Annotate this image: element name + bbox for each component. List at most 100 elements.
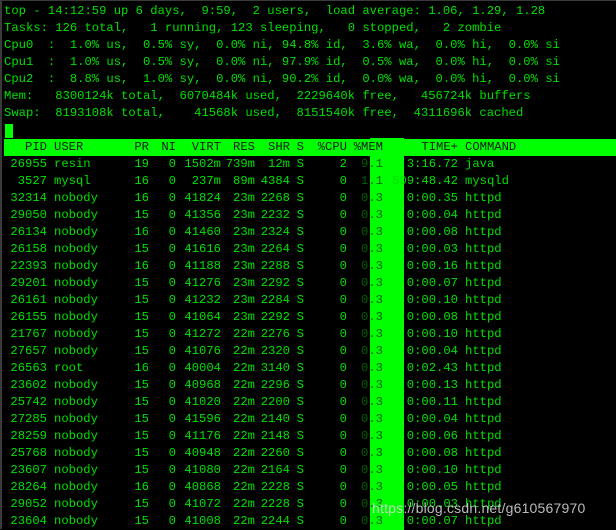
- process-state: S: [296, 361, 304, 375]
- process-priority: 15: [134, 327, 149, 341]
- process-state: S: [296, 463, 304, 477]
- column-header-mem[interactable]: %MEM: [347, 139, 383, 156]
- process-nice: 0: [168, 446, 176, 460]
- process-row[interactable]: 25768 nobody 15 0 40948 22m 2260 S 0 0.3 0:00.08 ht…: [4, 445, 616, 462]
- process-state: S: [296, 208, 304, 222]
- process-command: httpd: [465, 463, 502, 477]
- process-time: 0:00.10: [406, 293, 458, 307]
- process-row[interactable]: 29050 nobody 15 0 41356 23m 2232 S 0 0.3 0:00.04 ht…: [4, 207, 616, 224]
- process-state: S: [296, 378, 304, 392]
- process-row[interactable]: 26563 root 16 0 40004 22m 3140 S 0 0.3 0:02.43 http…: [4, 360, 616, 377]
- process-user: nobody: [54, 514, 98, 528]
- process-cpu: 0: [339, 242, 347, 256]
- process-nice: 0: [168, 429, 176, 443]
- process-res: 22m: [233, 514, 255, 528]
- process-command: httpd: [465, 242, 502, 256]
- process-priority: 15: [134, 208, 149, 222]
- process-row[interactable]: 28259 nobody 15 0 41176 22m 2148 S 0 0.3 0:00.06 ht…: [4, 428, 616, 445]
- column-header-command[interactable]: COMMAND: [458, 139, 528, 156]
- process-priority: 15: [134, 514, 149, 528]
- column-header-res[interactable]: RES: [221, 139, 255, 156]
- process-row[interactable]: 27285 nobody 15 0 41596 22m 2140 S 0 0.3 0:00.04 ht…: [4, 411, 616, 428]
- process-virt: 41076: [184, 344, 221, 358]
- process-res: 22m: [233, 497, 255, 511]
- process-row[interactable]: 27657 nobody 15 0 41076 22m 2320 S 0 0.3 0:00.04 ht…: [4, 343, 616, 360]
- process-shr: 2264: [260, 242, 290, 256]
- process-list: 26955 resin 19 0 1502m 739m 12m S 2 9.1 3:16.72 jav…: [4, 156, 616, 530]
- process-state: S: [296, 514, 304, 528]
- process-nice: 0: [168, 157, 176, 171]
- process-priority: 15: [134, 463, 149, 477]
- process-virt: 237m: [191, 174, 221, 188]
- process-priority: 16: [134, 191, 149, 205]
- process-command: httpd: [465, 327, 502, 341]
- process-shr: 2260: [260, 446, 290, 460]
- process-nice: 0: [168, 378, 176, 392]
- column-header-state[interactable]: S: [290, 139, 304, 156]
- process-res: 23m: [233, 242, 255, 256]
- process-row[interactable]: 26161 nobody 15 0 41232 23m 2284 S 0 0.3 0:00.10 ht…: [4, 292, 616, 309]
- process-row[interactable]: 25742 nobody 15 0 41020 22m 2200 S 0 0.3 0:00.11 ht…: [4, 394, 616, 411]
- process-res: 23m: [233, 259, 255, 273]
- process-cpu: 0: [339, 412, 347, 426]
- process-row[interactable]: 32314 nobody 16 0 41824 23m 2268 S 0 0.3 0:00.35 ht…: [4, 190, 616, 207]
- process-pid: 26955: [10, 157, 47, 171]
- process-virt: 41080: [184, 463, 221, 477]
- process-row[interactable]: 3527 mysql 16 0 237m 89m 4384 S 0 1.1 509:48.42 mys…: [4, 173, 616, 190]
- process-priority: 15: [134, 497, 149, 511]
- column-header-pr[interactable]: PR: [113, 139, 149, 156]
- process-mem: 0.3: [361, 276, 383, 290]
- process-nice: 0: [168, 395, 176, 409]
- column-header-pid[interactable]: PID: [4, 139, 47, 156]
- process-pid: 27285: [10, 412, 47, 426]
- process-row[interactable]: 26155 nobody 15 0 41064 23m 2292 S 0 0.3 0:00.08 ht…: [4, 309, 616, 326]
- process-cpu: 0: [339, 463, 347, 477]
- process-user: nobody: [54, 310, 98, 324]
- column-header-user[interactable]: USER: [47, 139, 113, 156]
- terminal-window[interactable]: top - 14:12:59 up 6 days, 9:59, 2 users,…: [4, 3, 616, 530]
- process-mem: 0.3: [361, 208, 383, 222]
- process-nice: 0: [168, 259, 176, 273]
- process-priority: 15: [134, 344, 149, 358]
- process-row[interactable]: 26134 nobody 16 0 41460 23m 2324 S 0 0.3 0:00.08 ht…: [4, 224, 616, 241]
- process-row[interactable]: 28264 nobody 16 0 40868 22m 2228 S 0 0.3 0:00.05 ht…: [4, 479, 616, 496]
- process-shr: 2268: [260, 191, 290, 205]
- process-mem: 0.3: [361, 361, 383, 375]
- process-cpu: 0: [339, 327, 347, 341]
- process-shr: 2228: [260, 480, 290, 494]
- process-user: nobody: [54, 344, 98, 358]
- process-command: httpd: [465, 259, 502, 273]
- process-shr: 3140: [260, 361, 290, 375]
- process-user: nobody: [54, 446, 98, 460]
- process-virt: 41232: [184, 293, 221, 307]
- process-priority: 15: [134, 429, 149, 443]
- uptime-line: top - 14:12:59 up 6 days, 9:59, 2 users,…: [4, 4, 546, 18]
- process-mem: 0.3: [361, 463, 383, 477]
- process-shr: 2276: [260, 327, 290, 341]
- process-res: 23m: [233, 276, 255, 290]
- column-header-shr[interactable]: SHR: [255, 139, 290, 156]
- column-header-cpu[interactable]: %CPU: [304, 139, 347, 156]
- column-header-ni[interactable]: NI: [149, 139, 176, 156]
- process-virt: 41008: [184, 514, 221, 528]
- process-user: nobody: [54, 395, 98, 409]
- process-row[interactable]: 29201 nobody 15 0 41276 23m 2292 S 0 0.3 0:00.07 ht…: [4, 275, 616, 292]
- process-row[interactable]: 23607 nobody 15 0 41080 22m 2164 S 0 0.3 0:00.10 ht…: [4, 462, 616, 479]
- command-prompt-line[interactable]: [4, 122, 616, 139]
- process-row[interactable]: 22393 nobody 16 0 41188 23m 2288 S 0 0.3 0:00.16 ht…: [4, 258, 616, 275]
- process-time: 0:00.11: [406, 395, 458, 409]
- process-row[interactable]: 26955 resin 19 0 1502m 739m 12m S 2 9.1 3:16.72 jav…: [4, 156, 616, 173]
- column-header-virt[interactable]: VIRT: [176, 139, 221, 156]
- text-cursor: [5, 124, 13, 138]
- process-time: 0:00.08: [406, 225, 458, 239]
- watermark: https://blog.csdn.net/g610567970: [372, 500, 586, 516]
- process-row[interactable]: 26158 nobody 15 0 41616 23m 2264 S 0 0.3 0:00.03 ht…: [4, 241, 616, 258]
- process-priority: 16: [134, 259, 149, 273]
- process-row[interactable]: 23602 nobody 15 0 40968 22m 2296 S 0 0.3 0:00.13 ht…: [4, 377, 616, 394]
- tasks-line: Tasks: 126 total, 1 running, 123 sleepin…: [4, 21, 502, 35]
- process-cpu: 0: [339, 225, 347, 239]
- process-res: 22m: [233, 361, 255, 375]
- process-command: httpd: [465, 225, 502, 239]
- process-row[interactable]: 21767 nobody 15 0 41272 22m 2276 S 0 0.3 0:00.10 ht…: [4, 326, 616, 343]
- process-shr: 2284: [260, 293, 290, 307]
